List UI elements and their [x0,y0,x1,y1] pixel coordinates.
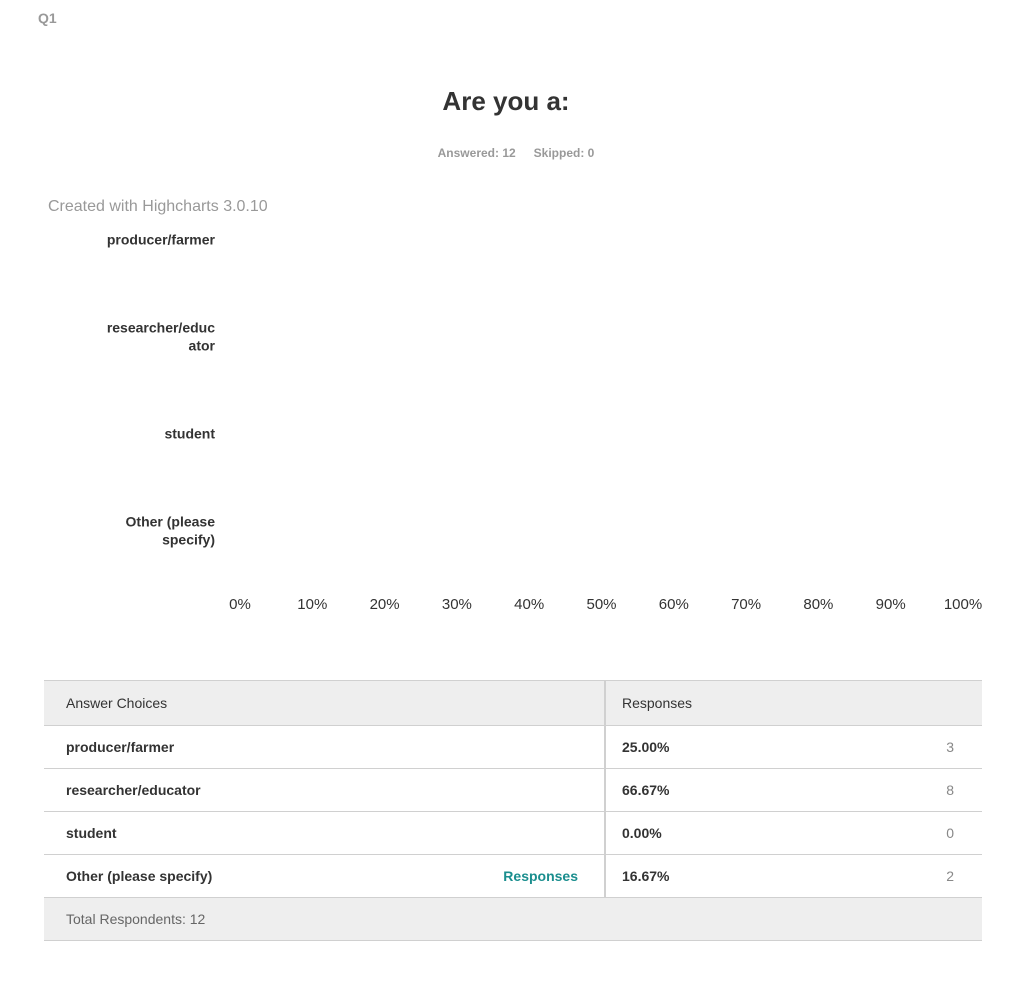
category-labels: producer/farmer researcher/educ ator studen… [107,232,216,548]
response-count-cell: 3 [842,726,982,768]
table-footer: Total Respondents: 12 [44,898,982,941]
x-tick-label: 50% [586,596,616,613]
response-percent: 0.00% [622,825,662,841]
total-respondents: Total Respondents: 12 [66,911,206,927]
answer-choice-label: student [66,825,117,841]
bar-chart: producer/farmer researcher/educ ator studen… [107,232,982,614]
answer-choice-cell: researcher/educator [44,769,604,811]
header-responses-label: Responses [622,695,693,711]
responses-table: Answer Choices Responses producer/farmer… [44,680,982,941]
x-tick-label: 10% [297,596,327,613]
answer-choice-label: producer/farmer [66,739,175,755]
response-count: 3 [946,739,954,755]
response-percent-cell: 16.67% [604,855,842,897]
x-tick-label: 70% [731,596,761,613]
response-percent-cell: 25.00% [604,726,842,768]
response-count-cell: 2 [842,855,982,897]
header-answer-choices-label: Answer Choices [66,695,168,711]
response-count: 2 [946,868,954,884]
header-count [842,681,982,725]
response-percent-cell: 0.00% [604,812,842,854]
response-count: 0 [946,825,954,841]
response-percent-cell: 66.67% [604,769,842,811]
x-tick-label: 100% [944,596,982,613]
category-label: researcher/educ ator [107,320,216,354]
response-count: 8 [946,782,954,798]
response-count-cell: 0 [842,812,982,854]
response-percent: 66.67% [622,782,670,798]
bars-group [240,238,722,569]
x-tick-label: 60% [659,596,689,613]
x-tick-label: 20% [370,596,400,613]
table-row: producer/farmer 25.00% 3 [44,726,982,769]
table-row: researcher/educator 66.67% 8 [44,769,982,812]
response-count-cell: 8 [842,769,982,811]
answer-choice-cell: producer/farmer [44,726,604,768]
answer-choice-label: researcher/educator [66,782,201,798]
header-responses: Responses [604,681,842,725]
category-label: student [164,426,215,442]
table-row: Other (please specify) Responses 16.67% 2 [44,855,982,898]
x-tick-label: 90% [876,596,906,613]
answer-choice-cell: student [44,812,604,854]
table-header-row: Answer Choices Responses [44,680,982,726]
x-tick-label: 80% [803,596,833,613]
x-tick-label: 30% [442,596,472,613]
category-label: producer/farmer [107,232,216,248]
answer-choice-cell: Other (please specify) Responses [44,855,604,897]
x-tick-label: 0% [229,596,251,613]
response-percent: 16.67% [622,868,670,884]
x-tick-label: 40% [514,596,544,613]
responses-link[interactable]: Responses [503,868,578,884]
header-answer-choices: Answer Choices [44,681,604,725]
answer-choice-label: Other (please specify) [66,868,213,884]
table-body: producer/farmer 25.00% 3 researcher/educato… [44,726,982,898]
category-label: Other (please specify) [126,514,216,548]
table-row: student 0.00% 0 [44,812,982,855]
response-percent: 25.00% [622,739,670,755]
x-axis-ticks: 0% 10% 20% 30% 40% 50% 60% 70% 80% 90% 100% [229,596,982,613]
